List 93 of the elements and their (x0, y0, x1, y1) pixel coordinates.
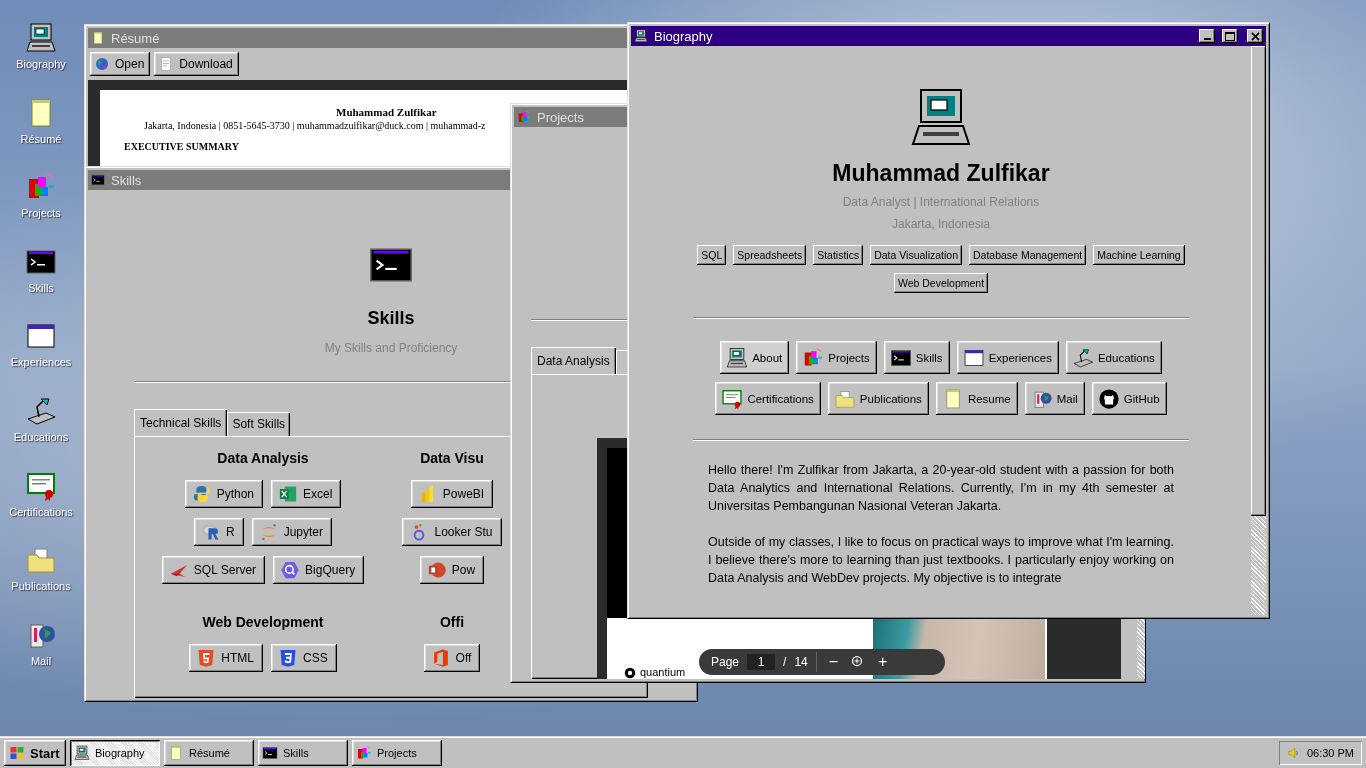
profile-location: Jakarta, Indonesia (891, 217, 991, 231)
page-count: 14 (794, 655, 808, 669)
excel-logo-icon (278, 484, 298, 504)
python-logo-icon (191, 484, 212, 504)
window-title: Skills (111, 172, 142, 188)
certificate-icon (721, 387, 744, 410)
skill-button[interactable]: Python (184, 480, 263, 508)
scrollbar[interactable] (1251, 46, 1266, 615)
tab[interactable]: Technical Skills (134, 409, 228, 436)
skill-tag: Database Management (969, 245, 1087, 265)
skill-button[interactable]: R (194, 518, 244, 546)
toolbar-button[interactable]: Open (90, 52, 151, 76)
nav-button[interactable]: Resume (935, 382, 1018, 415)
computer-icon (25, 22, 57, 54)
page-separator: / (783, 655, 787, 669)
r-logo-icon (201, 522, 221, 542)
skill-button[interactable]: Looker Stu (402, 518, 502, 546)
logo-text: quantium (640, 666, 686, 678)
nav-button[interactable]: Mail (1024, 382, 1085, 415)
section-subtitle: My Skills and Proficiency (324, 341, 458, 355)
computer-icon (634, 29, 648, 43)
skill-button[interactable]: SQL Server (161, 556, 266, 584)
profile-headline: Data Analyst | International Relations (842, 195, 1040, 209)
document-name: Muhammad Zulfikar (336, 106, 437, 118)
computer-icon (726, 346, 749, 369)
taskbar-button[interactable]: Skills (258, 740, 348, 766)
blocks-icon (356, 745, 372, 761)
clock: 06:30 PM (1306, 747, 1354, 759)
scrollbar-thumb[interactable] (1251, 46, 1266, 516)
skill-button[interactable]: Pow (419, 556, 485, 584)
page-label: Page (711, 655, 740, 669)
skill-tag: Machine Learning (1093, 245, 1185, 265)
notepad-icon (168, 745, 184, 761)
github-logo-icon (1097, 387, 1120, 410)
nav-button[interactable]: About (720, 341, 790, 374)
skill-button[interactable]: PoweBI (410, 480, 494, 508)
desk-lamp-icon (1071, 346, 1094, 369)
blocks-icon (802, 346, 825, 369)
group-heading: Offi (439, 614, 465, 630)
window-title: Résumé (111, 30, 160, 46)
blocks-icon (517, 110, 531, 124)
section-heading: Skills (367, 308, 415, 329)
terminal-icon (262, 745, 278, 761)
terminal-icon (91, 173, 105, 187)
close-button[interactable] (1247, 29, 1263, 43)
taskbar-button[interactable]: Résumé (164, 740, 254, 766)
globe-icon (94, 56, 110, 72)
zoom-out-button[interactable]: − (824, 653, 843, 671)
document-contact-line: Jakarta, Indonesia | 0851-5645-3730 | muhammadzulfikar@duck.com | muhammad-z (144, 120, 486, 131)
skill-tag: SQL (697, 245, 727, 265)
taskbar-button[interactable]: Biography (70, 740, 160, 766)
paragraph: Hello there! I'm Zulfikar from Jakarta, a 20-year-old student with a passion for both Data Analytics and International Relations. Currently, I'm in my 4th semester at Universitas Pembangunan Nasional Veteran Jakarta. (708, 462, 1174, 515)
group-heading: Web Development (202, 614, 324, 630)
document-heading: EXECUTIVE SUMMARY (124, 141, 239, 152)
paragraph: Outside of my classes, I like to focus on practical ways to improve what I'm learning. I believe there's more to learning than just textbooks. I particularly enjoy working on Data Analysis and WebDev projects. My objective is to integrate (708, 534, 1174, 587)
nav-button[interactable]: Projects (796, 341, 877, 374)
bigquery-logo-icon (280, 560, 301, 580)
skill-tag: Data Visualization (870, 245, 962, 265)
toolbar-button[interactable]: Download (154, 52, 239, 76)
page-input[interactable]: 1 (747, 654, 776, 670)
group-heading: Data Analysis (217, 450, 309, 466)
skill-button[interactable]: Excel (271, 480, 342, 508)
skill-button[interactable]: Jupyter (251, 518, 332, 546)
zoom-in-button[interactable]: + (874, 653, 892, 671)
notepad-icon (91, 31, 105, 45)
start-button[interactable]: Start (4, 740, 66, 766)
tab[interactable]: Soft Skills (227, 412, 291, 436)
tab[interactable]: Data Analysis (531, 347, 616, 374)
computer-icon (74, 745, 90, 761)
skill-tag: Statistics (813, 245, 864, 265)
skill-button[interactable]: Off (423, 644, 481, 672)
maximize-button[interactable] (1222, 29, 1238, 43)
nav-button[interactable]: Certifications (715, 382, 821, 415)
nav-button[interactable]: GitHub (1091, 382, 1167, 415)
speaker-icon (1286, 746, 1301, 760)
windows-logo-icon (9, 745, 25, 761)
nav-button[interactable]: Skills (883, 341, 950, 374)
nav-button[interactable]: Experiences (956, 341, 1059, 374)
skill-button[interactable]: CSS (271, 644, 337, 672)
group-heading: Data Visu (420, 450, 484, 466)
skill-button[interactable]: HTML (189, 644, 263, 672)
css3-logo-icon (278, 648, 298, 668)
profile-name: Muhammad Zulfikar (832, 160, 1050, 187)
window-title: Projects (537, 109, 584, 125)
nav-button[interactable]: Educations (1065, 341, 1162, 374)
minimize-button[interactable] (1199, 29, 1215, 43)
skill-tag: Spreadsheets (733, 245, 807, 265)
nav-button[interactable]: Publications (827, 382, 929, 415)
taskbar-button[interactable]: Projects (352, 740, 442, 766)
skill-tag: Web Development (893, 273, 989, 293)
skill-button[interactable]: BigQuery (273, 556, 365, 584)
window-title: Biography (654, 28, 713, 44)
powerpoint-logo-icon (426, 560, 447, 580)
